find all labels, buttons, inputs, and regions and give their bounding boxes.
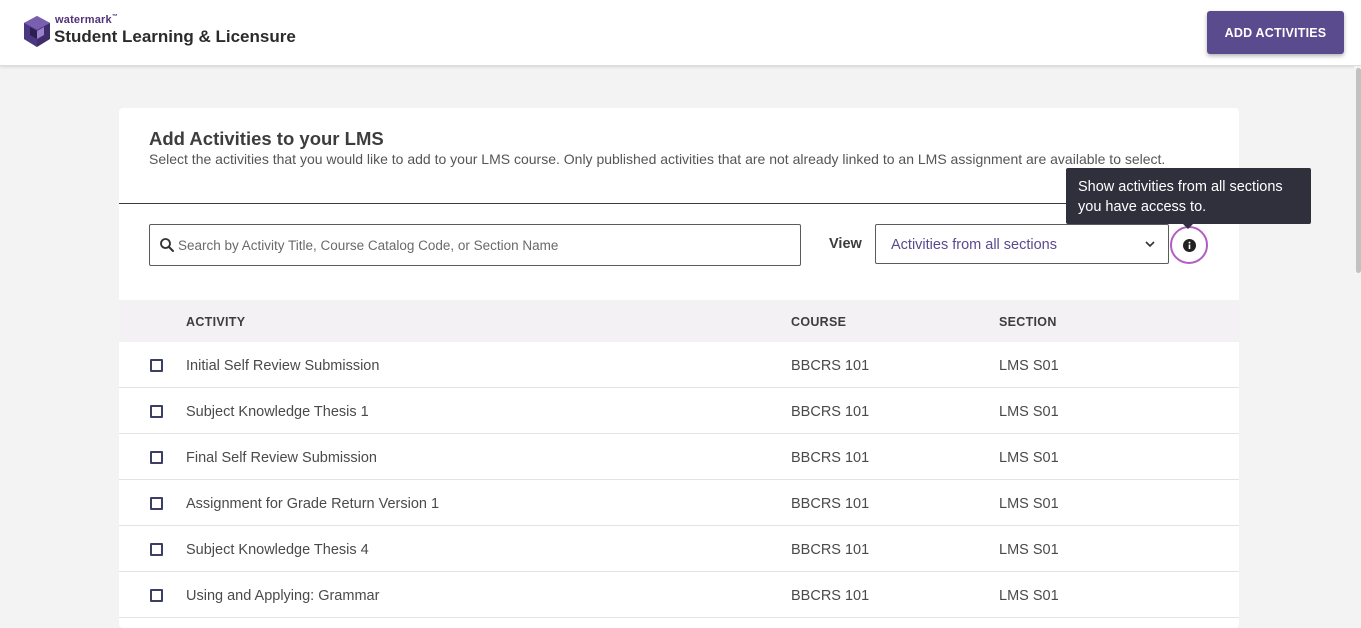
row-checkbox[interactable]	[150, 359, 163, 372]
activity-title: Final Self Review Submission	[186, 450, 377, 466]
watermark-logo-icon	[24, 16, 50, 47]
table-row[interactable]: Assignment for Grade Return Version 1 BB…	[119, 480, 1239, 526]
activity-title: Initial Self Review Submission	[186, 358, 380, 374]
row-checkbox[interactable]	[150, 497, 163, 510]
info-icon	[1183, 239, 1196, 252]
view-select[interactable]: Activities from all sections	[875, 224, 1169, 264]
column-header-course[interactable]: COURSE	[791, 315, 846, 329]
search-box[interactable]	[149, 224, 801, 266]
course-code: BBCRS 101	[791, 496, 870, 512]
column-header-section[interactable]: SECTION	[999, 315, 1057, 329]
search-input[interactable]	[178, 226, 788, 264]
table-row[interactable]: Subject Knowledge Thesis 4 BBCRS 101 LMS…	[119, 526, 1239, 572]
row-checkbox[interactable]	[150, 589, 163, 602]
add-activities-button[interactable]: ADD ACTIVITIES	[1207, 11, 1344, 54]
activity-title: Subject Knowledge Thesis 1	[186, 404, 369, 420]
row-checkbox[interactable]	[150, 543, 163, 556]
row-checkbox[interactable]	[150, 451, 163, 464]
section-name: LMS S01	[999, 588, 1059, 604]
column-header-activity[interactable]: ACTIVITY	[186, 315, 245, 329]
tooltip-arrow	[1183, 224, 1193, 229]
tooltip-line-1: Show activities from all sections	[1078, 179, 1283, 195]
table-row[interactable]: Subject Knowledge Thesis 1 BBCRS 101 LMS…	[119, 388, 1239, 434]
row-checkbox[interactable]	[150, 405, 163, 418]
app-header: watermark™ Student Learning & Licensure …	[0, 0, 1361, 66]
page-description: Select the activities that you would lik…	[149, 151, 1166, 167]
table-row[interactable]: Using and Applying: Grammar BBCRS 101 LM…	[119, 572, 1239, 618]
scrollbar-thumb[interactable]	[1356, 68, 1361, 273]
course-code: BBCRS 101	[791, 358, 870, 374]
course-code: BBCRS 101	[791, 450, 870, 466]
app-title: Student Learning & Licensure	[54, 27, 296, 46]
view-label: View	[829, 236, 862, 252]
info-tooltip: Show activities from all sections you ha…	[1066, 168, 1311, 224]
section-name: LMS S01	[999, 542, 1059, 558]
course-code: BBCRS 101	[791, 588, 870, 604]
activity-title: Subject Knowledge Thesis 4	[186, 542, 369, 558]
section-name: LMS S01	[999, 358, 1059, 374]
course-code: BBCRS 101	[791, 404, 870, 420]
section-name: LMS S01	[999, 450, 1059, 466]
info-button[interactable]	[1170, 226, 1208, 264]
table-header: ACTIVITY COURSE SECTION	[119, 300, 1239, 342]
table-row[interactable]: Final Self Review Submission BBCRS 101 L…	[119, 434, 1239, 480]
brand-name: watermark™	[55, 14, 119, 26]
activity-title: Assignment for Grade Return Version 1	[186, 496, 440, 512]
add-activities-panel: Add Activities to your LMS Select the ac…	[119, 108, 1311, 628]
page-title: Add Activities to your LMS	[149, 128, 384, 149]
course-code: BBCRS 101	[791, 542, 870, 558]
section-name: LMS S01	[999, 404, 1059, 420]
section-name: LMS S01	[999, 496, 1059, 512]
table-row[interactable]: Initial Self Review Submission BBCRS 101…	[119, 342, 1239, 388]
tooltip-line-2: you have access to.	[1078, 199, 1207, 215]
view-selected-value: Activities from all sections	[891, 237, 1057, 253]
chevron-down-icon	[1145, 241, 1155, 248]
search-icon	[160, 238, 174, 252]
activity-title: Using and Applying: Grammar	[186, 588, 380, 604]
